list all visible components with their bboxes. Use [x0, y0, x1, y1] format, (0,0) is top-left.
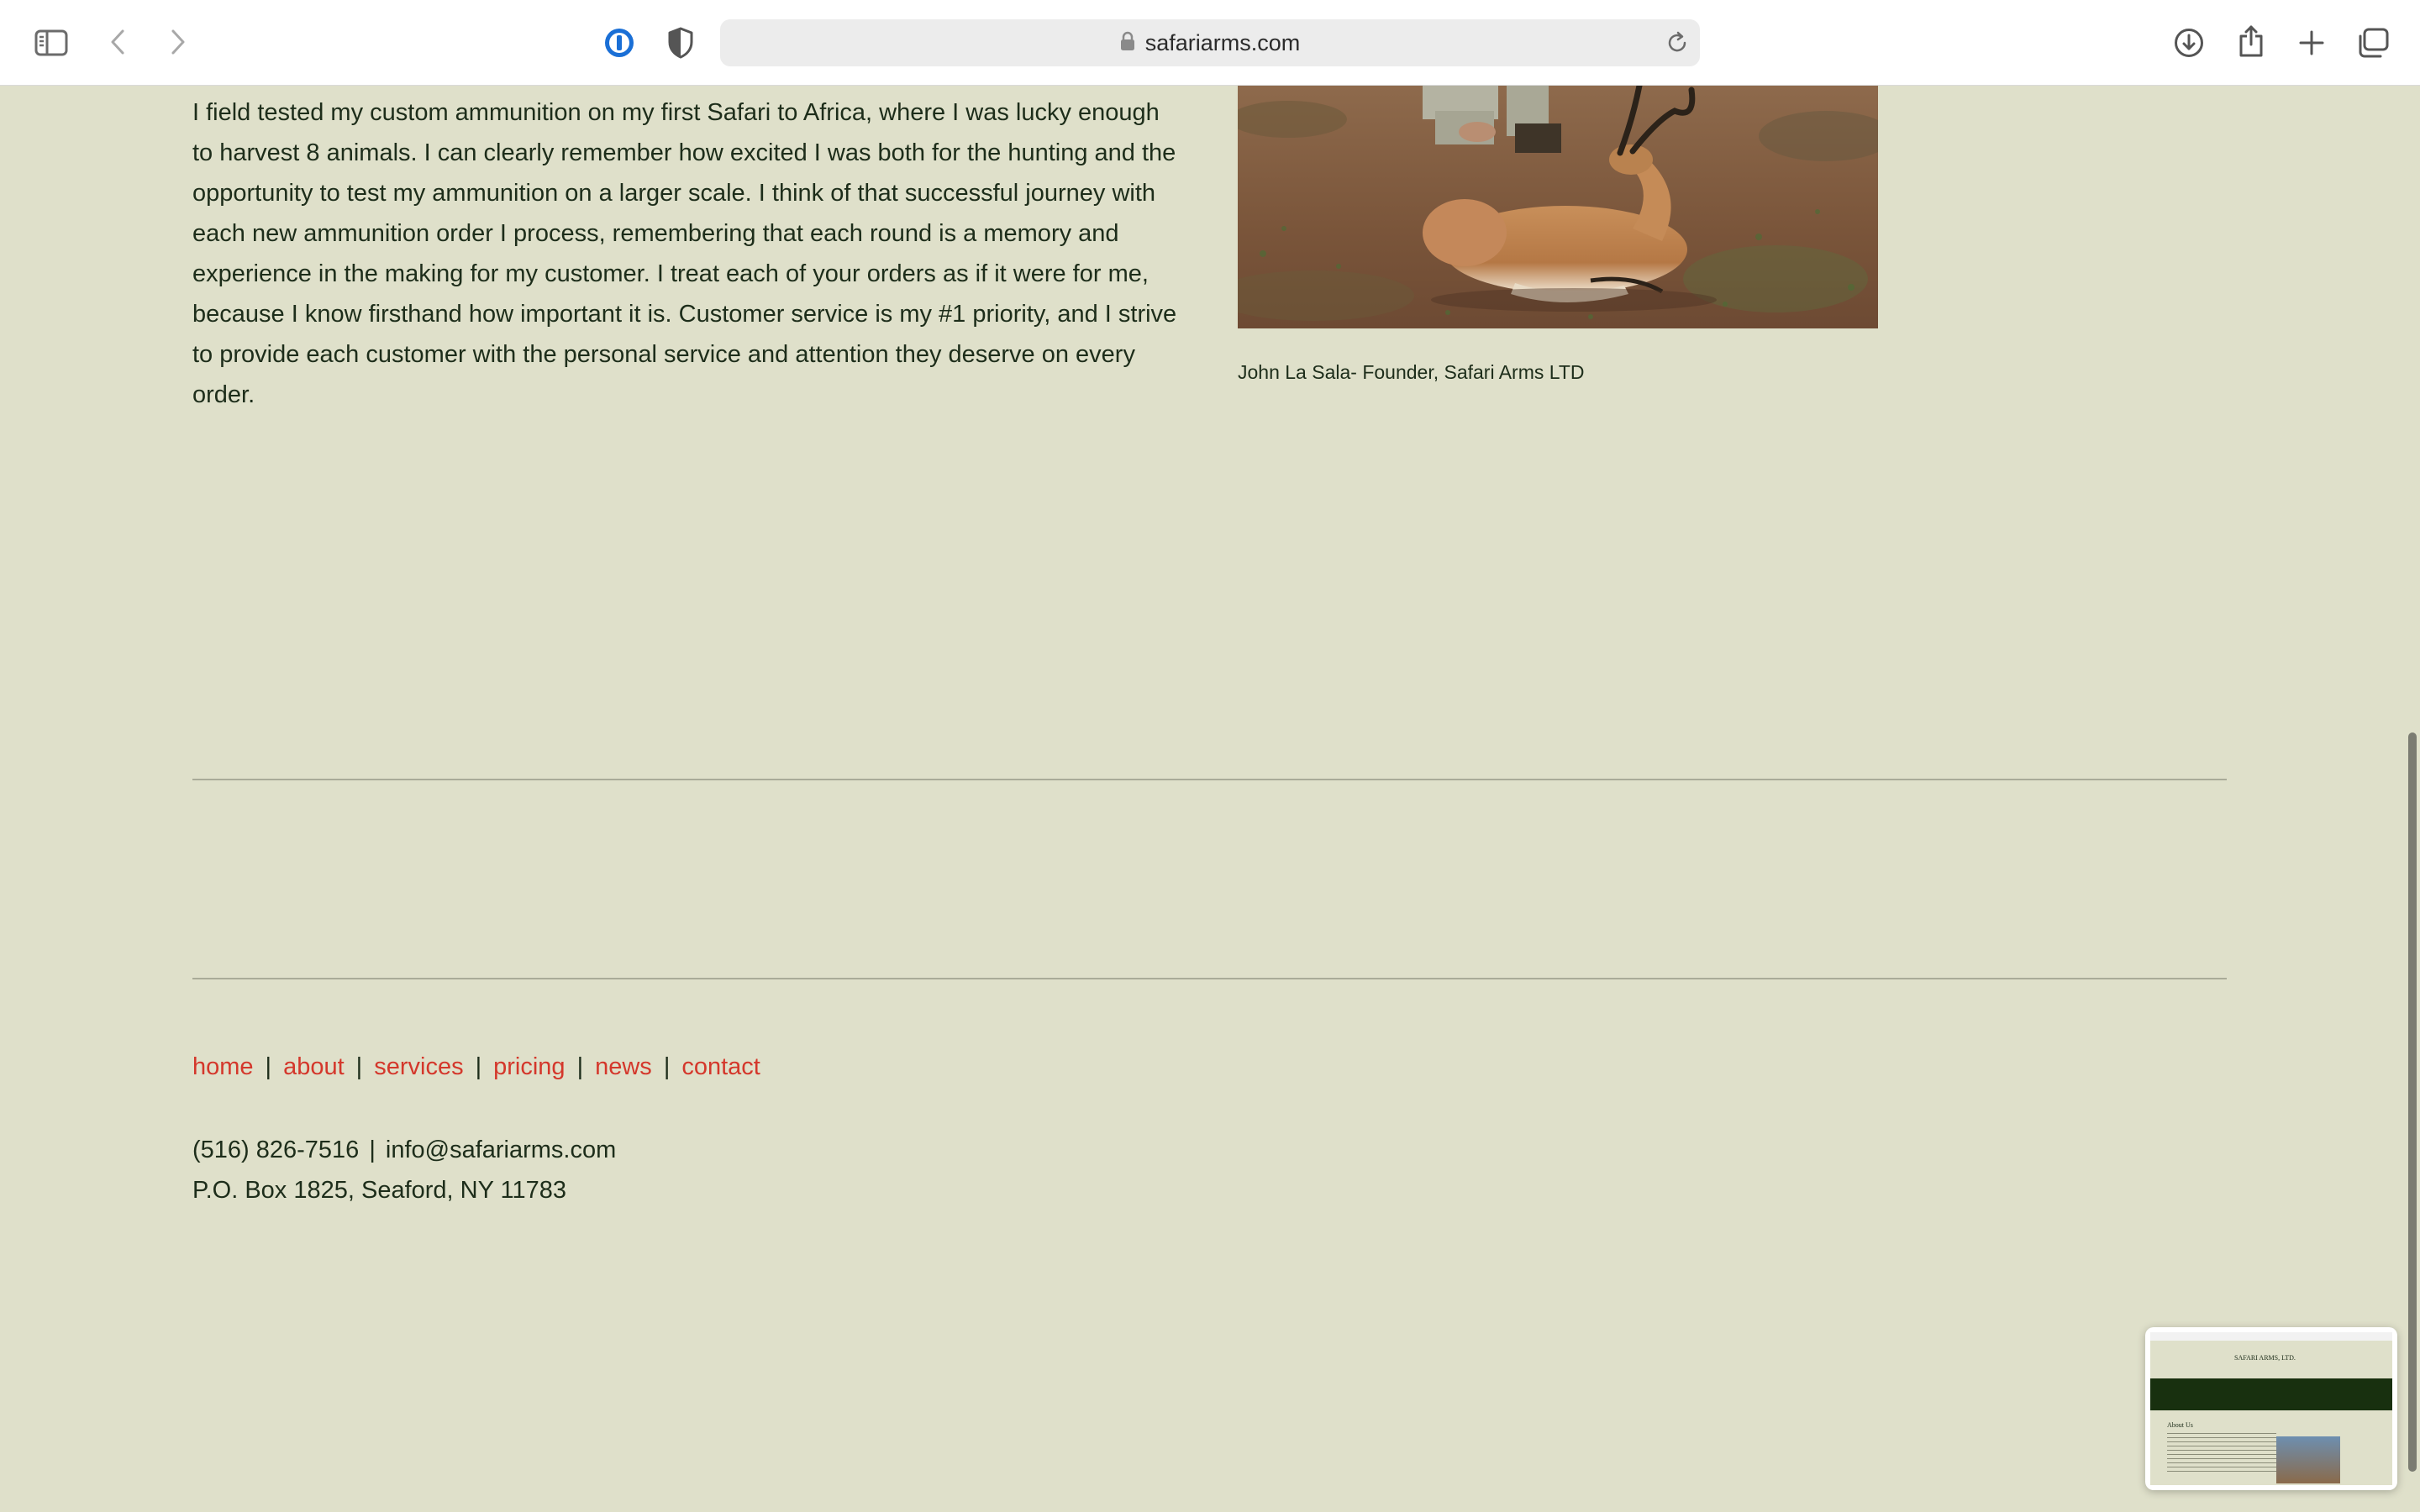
footer-link-about[interactable]: about — [283, 1053, 345, 1080]
founder-story-paragraph: I field tested my custom ammunition on m… — [192, 99, 1177, 408]
contact-phone-email: (516) 826-7516 | info@safariarms.com — [192, 1137, 616, 1164]
footer-link-home[interactable]: home — [192, 1053, 254, 1080]
scrollbar-thumb[interactable] — [2408, 732, 2417, 1472]
phone-number[interactable]: (516) 826-7516 — [192, 1137, 359, 1163]
browser-toolbar: safariarms.com — [0, 0, 2420, 86]
photo-caption: John La Sala- Founder, Safari Arms LTD — [1238, 361, 1585, 383]
preview-text-lines — [2167, 1433, 2276, 1475]
chevron-left-icon[interactable] — [104, 25, 131, 59]
email-address[interactable]: info@safariarms.com — [386, 1137, 616, 1163]
preview-heading: About Us — [2167, 1421, 2193, 1429]
lock-icon — [1120, 31, 1135, 55]
sidebar-icon[interactable] — [32, 24, 71, 62]
preview-header-band — [2150, 1378, 2392, 1410]
preview-site-title: SAFARI ARMS, LTD. — [2234, 1354, 2296, 1362]
footer-link-services[interactable]: services — [374, 1053, 463, 1080]
footer-link-contact[interactable]: contact — [681, 1053, 760, 1080]
chevron-right-icon[interactable] — [165, 25, 192, 59]
download-icon[interactable] — [2171, 25, 2207, 60]
divider-line — [192, 978, 2227, 979]
preview-photo — [2276, 1436, 2340, 1483]
reload-icon[interactable] — [1665, 30, 1690, 60]
footer-nav: home | about | services | pricing | news | contact — [192, 1053, 760, 1081]
page-preview-thumbnail[interactable]: SAFARI ARMS, LTD. About Us — [2145, 1327, 2397, 1490]
contact-separator: | — [369, 1137, 376, 1163]
divider-line — [192, 779, 2227, 780]
nav-separator: | — [265, 1053, 272, 1080]
share-icon[interactable] — [2233, 22, 2269, 60]
nav-separator: | — [475, 1053, 482, 1080]
plus-icon[interactable] — [2294, 25, 2329, 60]
url-text: safariarms.com — [1144, 29, 1301, 55]
preview-page: SAFARI ARMS, LTD. About Us — [2150, 1341, 2392, 1485]
footer-link-news[interactable]: news — [595, 1053, 652, 1080]
page-content: I field tested my custom ammunition on m… — [0, 86, 2420, 1512]
password-manager-icon[interactable] — [602, 25, 637, 60]
founder-hunting-photo — [1238, 86, 1878, 328]
nav-separator: | — [355, 1053, 363, 1080]
nav-separator: | — [663, 1053, 671, 1080]
address-bar[interactable]: safariarms.com — [720, 19, 1700, 66]
shield-icon[interactable] — [664, 25, 697, 60]
nav-separator: | — [576, 1053, 584, 1080]
mailing-address: P.O. Box 1825, Seaford, NY 11783 — [192, 1177, 566, 1204]
footer-link-pricing[interactable]: pricing — [493, 1053, 565, 1080]
tabs-overview-icon[interactable] — [2354, 25, 2391, 60]
